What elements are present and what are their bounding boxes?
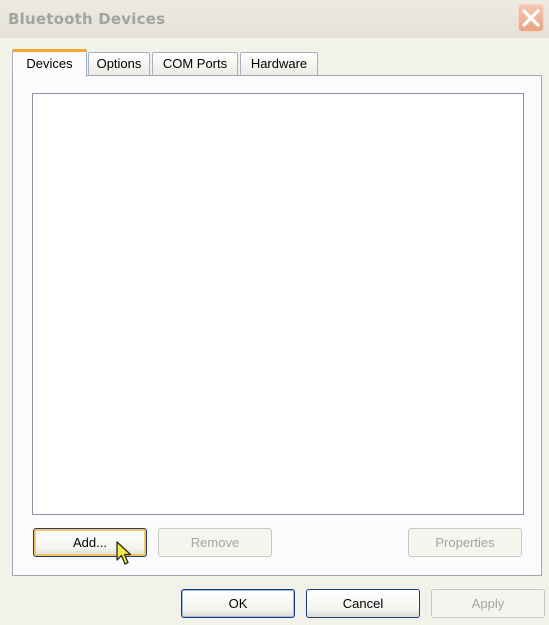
ok-button-label: OK [228,596,248,611]
tab-options[interactable]: Options [88,52,150,76]
window-title: Bluetooth Devices [8,10,166,28]
remove-button-label: Remove [190,535,240,550]
close-button[interactable] [518,4,544,32]
remove-button[interactable]: Remove [158,528,272,557]
tab-devices[interactable]: Devices [12,49,87,77]
tab-com-ports[interactable]: COM Ports [152,52,238,76]
add-button-label: Add... [73,535,107,550]
tab-hardware[interactable]: Hardware [240,52,318,76]
properties-button[interactable]: Properties [408,528,522,557]
close-icon [522,9,540,27]
apply-button-label: Apply [471,596,505,611]
cancel-button-label: Cancel [342,596,384,611]
tab-options-label: Options [96,56,142,71]
tab-devices-label: Devices [26,56,73,71]
properties-button-label: Properties [435,535,495,550]
mouse-pointer-icon [116,541,132,565]
bluetooth-devices-dialog: Bluetooth Devices Devices Options COM Po… [0,0,549,625]
tab-hardware-label: Hardware [250,56,308,71]
apply-button[interactable]: Apply [431,589,545,618]
title-bar[interactable]: Bluetooth Devices [0,0,549,38]
cancel-button[interactable]: Cancel [306,589,420,618]
device-list[interactable] [32,93,524,515]
tab-com-ports-label: COM Ports [162,56,228,71]
ok-button[interactable]: OK [181,589,295,618]
